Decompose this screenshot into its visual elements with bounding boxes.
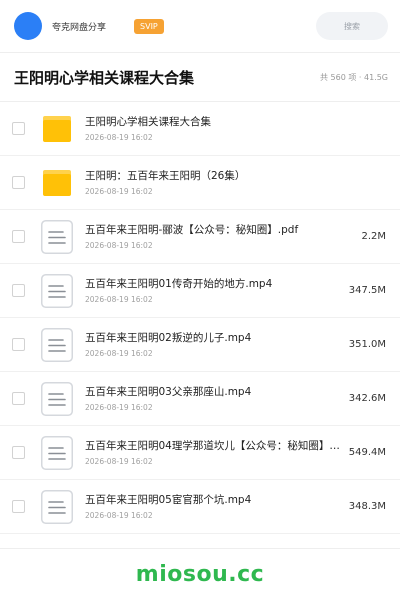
- item-count-summary: 共 560 项 · 41.5G: [320, 72, 388, 82]
- file-row[interactable]: 五百年来王阳明03父亲那座山.mp4 2026-08-19 16:02 342.6M: [0, 372, 400, 426]
- file-name[interactable]: 五百年来王阳明02叛逆的儿子.mp4: [85, 331, 342, 345]
- select-checkbox[interactable]: [12, 230, 25, 243]
- folder-icon: [39, 165, 75, 201]
- file-name[interactable]: 五百年来王阳明04理学那道坎儿【公众号：秘知圈】.mp4: [85, 439, 342, 453]
- page-title: 王阳明心学相关课程大合集: [14, 68, 195, 87]
- footer: miosou.cc: [0, 548, 400, 600]
- file-date: 2026-08-19 16:02: [85, 348, 153, 358]
- top-bar: 夸克网盘分享 SVIP 搜索: [0, 0, 400, 52]
- file-row[interactable]: 五百年来王阳明05宦官那个坑.mp4 2026-08-19 16:02 348.3M: [0, 480, 400, 534]
- file-date: 2026-08-19 16:02: [85, 132, 153, 142]
- select-checkbox[interactable]: [12, 338, 25, 351]
- file-date: 2026-08-19 16:02: [85, 456, 153, 466]
- select-checkbox[interactable]: [12, 176, 25, 189]
- folder-row[interactable]: 王阳明心学相关课程大合集 2026-08-19 16:02: [0, 102, 400, 156]
- file-size: 347.5M: [348, 285, 386, 296]
- file-info: 五百年来王阳明03父亲那座山.mp4 2026-08-19 16:02: [85, 385, 342, 413]
- file-row[interactable]: 五百年来王阳明01传奇开始的地方.mp4 2026-08-19 16:02 347.…: [0, 264, 400, 318]
- file-name[interactable]: 五百年来王阳明05宦官那个坑.mp4: [85, 493, 342, 507]
- file-info: 五百年来王阳明04理学那道坎儿【公众号：秘知圈】.mp4 2026-08-19 1…: [85, 439, 342, 467]
- file-size: 351.0M: [348, 339, 386, 350]
- avatar[interactable]: [14, 12, 42, 40]
- select-checkbox[interactable]: [12, 284, 25, 297]
- search-placeholder: 搜索: [344, 21, 360, 31]
- file-name[interactable]: 王阳明心学相关课程大合集: [85, 115, 342, 129]
- select-checkbox[interactable]: [12, 122, 25, 135]
- file-size: 549.4M: [348, 447, 386, 458]
- file-info: 五百年来王阳明05宦官那个坑.mp4 2026-08-19 16:02: [85, 493, 342, 521]
- file-name[interactable]: 五百年来王阳明03父亲那座山.mp4: [85, 385, 342, 399]
- file-row[interactable]: 五百年来王阳明-郦波【公众号：秘知圈】.pdf 2026-08-19 16:02 2…: [0, 210, 400, 264]
- site-watermark: miosou.cc: [135, 562, 265, 587]
- share-owner-name: 夸克网盘分享: [52, 22, 107, 33]
- document-icon: [39, 327, 75, 363]
- file-date: 2026-08-19 16:02: [85, 240, 153, 250]
- svip-badge: SVIP: [134, 18, 164, 34]
- document-icon: [39, 273, 75, 309]
- file-date: 2026-08-19 16:02: [85, 402, 153, 412]
- file-date: 2026-08-19 16:02: [85, 186, 153, 196]
- list-header: 王阳明心学相关课程大合集 共 560 项 · 41.5G: [0, 53, 400, 101]
- file-info: 五百年来王阳明01传奇开始的地方.mp4 2026-08-19 16:02: [85, 277, 342, 305]
- file-row[interactable]: 五百年来王阳明04理学那道坎儿【公众号：秘知圈】.mp4 2026-08-19 1…: [0, 426, 400, 480]
- search-input[interactable]: 搜索: [316, 12, 388, 40]
- file-name[interactable]: 五百年来王阳明-郦波【公众号：秘知圈】.pdf: [85, 223, 342, 237]
- file-date: 2026-08-19 16:02: [85, 294, 153, 304]
- select-checkbox[interactable]: [12, 392, 25, 405]
- folder-row[interactable]: 王阳明：五百年来王阳明（26集） 2026-08-19 16:02: [0, 156, 400, 210]
- file-size: 2.2M: [361, 231, 386, 242]
- file-info: 五百年来王阳明02叛逆的儿子.mp4 2026-08-19 16:02: [85, 331, 342, 359]
- file-size: 342.6M: [348, 393, 386, 404]
- file-size: 348.3M: [348, 501, 386, 512]
- file-info: 王阳明心学相关课程大合集 2026-08-19 16:02: [85, 115, 342, 143]
- file-info: 五百年来王阳明-郦波【公众号：秘知圈】.pdf 2026-08-19 16:02: [85, 223, 342, 251]
- file-list: 王阳明心学相关课程大合集 2026-08-19 16:02 王阳明：五百年来王阳明（…: [0, 102, 400, 534]
- file-info: 王阳明：五百年来王阳明（26集） 2026-08-19 16:02: [85, 169, 342, 197]
- document-icon: [39, 381, 75, 417]
- folder-icon: [39, 111, 75, 147]
- document-icon: [39, 219, 75, 255]
- file-name[interactable]: 五百年来王阳明01传奇开始的地方.mp4: [85, 277, 342, 291]
- select-checkbox[interactable]: [12, 446, 25, 459]
- file-name[interactable]: 王阳明：五百年来王阳明（26集）: [85, 169, 342, 183]
- select-checkbox[interactable]: [12, 500, 25, 513]
- document-icon: [39, 489, 75, 525]
- file-row[interactable]: 五百年来王阳明02叛逆的儿子.mp4 2026-08-19 16:02 351.0M: [0, 318, 400, 372]
- file-date: 2026-08-19 16:02: [85, 510, 153, 520]
- document-icon: [39, 435, 75, 471]
